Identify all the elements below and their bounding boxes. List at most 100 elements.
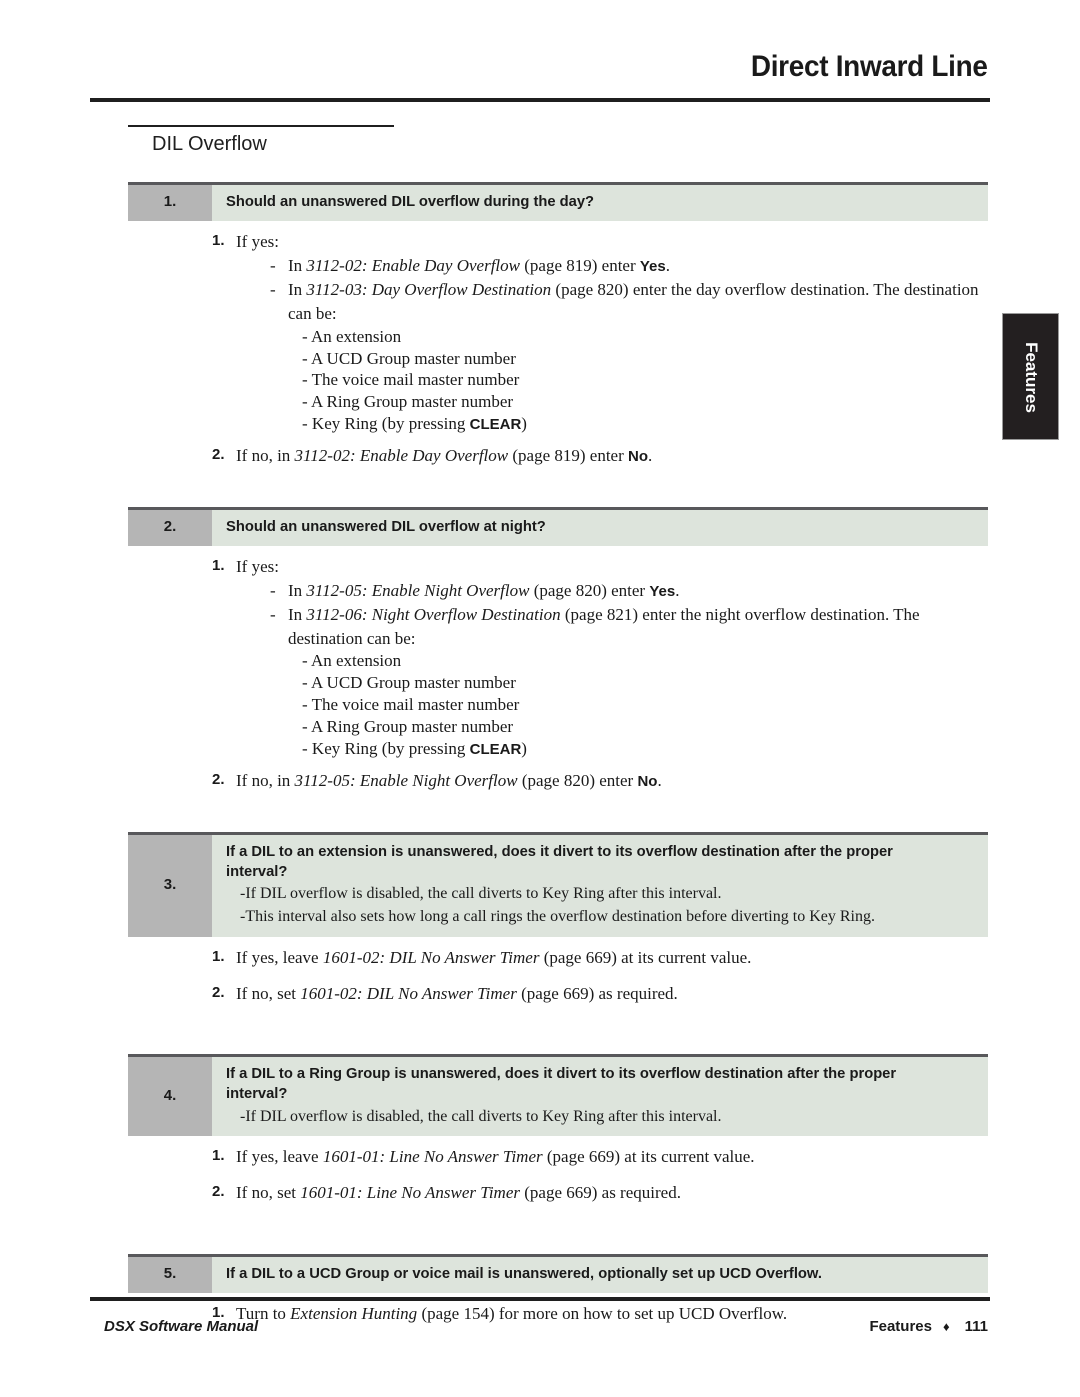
- dash-keyword: Yes: [639, 258, 666, 276]
- answer-mid: (page 669) as required.: [516, 983, 678, 1003]
- answer-mid: (page 669) at its current value.: [539, 947, 752, 967]
- dash-body: In 3112-05: Enable Night Overflow (page …: [288, 579, 988, 603]
- answer-text: If yes: - In 3112-02: Enable Day Overflow …: [236, 230, 988, 435]
- destination-item: - The voice mail master number: [302, 695, 520, 715]
- dash-reference: 3112-06: Night Overflow Destination: [306, 604, 561, 624]
- side-tab-features: Features: [1002, 313, 1059, 440]
- dash-list: - In 3112-05: Enable Night Overflow (page…: [236, 579, 988, 760]
- destination-lead: - Key Ring (by pressing: [302, 739, 470, 759]
- destination-item: - A UCD Group master number: [302, 673, 516, 693]
- answer-reference: 3112-02: Enable Day Overflow: [294, 446, 509, 466]
- answer-lead: If no, in: [236, 771, 295, 791]
- dash-item: - In 3112-03: Day Overflow Destination (p…: [270, 278, 988, 435]
- footer-page-info: Features ♦ 111: [869, 1318, 988, 1335]
- dash-body: In 3112-03: Day Overflow Destination (pa…: [288, 278, 988, 435]
- answer-lead: If yes, leave: [236, 1147, 323, 1167]
- dash-lead: In: [288, 581, 307, 601]
- dash-body: In 3112-06: Night Overflow Destination (…: [288, 603, 988, 760]
- answer-text: If no, in 3112-05: Enable Night Overflow…: [236, 769, 988, 793]
- answer-list: 1. If yes: - In 3112-02: Enable Day Overflo…: [128, 221, 988, 481]
- question-number: 5.: [128, 1256, 212, 1293]
- question-number: 3.: [128, 834, 212, 937]
- dash-lead: In: [288, 280, 307, 299]
- destination-list: - An extension - A UCD Group master numbe…: [302, 326, 988, 436]
- answer-list: 1. If yes: - In 3112-05: Enable Night Overf…: [128, 546, 988, 806]
- answer-list: 1. If yes, leave 1601-01: Line No Answer …: [128, 1136, 988, 1228]
- question-number: 4.: [128, 1057, 212, 1137]
- question-banner: 2. Should an unanswered DIL overflow at n…: [128, 506, 988, 546]
- answer-reference: Extension Hunting: [290, 1303, 418, 1323]
- question-body: If a DIL to a UCD Group or voice mail is…: [212, 1257, 988, 1293]
- destination-lead: - Key Ring (by pressing: [302, 414, 470, 434]
- answer-tail: .: [648, 446, 653, 466]
- answer-lead: If yes, leave: [236, 947, 323, 967]
- question-text: If a DIL to an extension is unanswered, …: [226, 842, 893, 880]
- dash-item: - In 3112-06: Night Overflow Destination …: [270, 603, 988, 760]
- answer-text: If yes: - In 3112-05: Enable Night Overflo…: [236, 555, 988, 760]
- question-number: 2.: [128, 509, 212, 546]
- dash-mid: (page 819) enter: [519, 256, 640, 276]
- destination-item: - The voice mail master number: [302, 370, 520, 390]
- dash-lead: In: [288, 604, 307, 624]
- answer-lead: If no, in: [236, 446, 295, 466]
- footer-chapter-label: Features: [869, 1318, 932, 1335]
- answer-item: 1. If yes: - In 3112-02: Enable Day Overflo…: [212, 230, 988, 435]
- dash-reference: 3112-05: Enable Night Overflow: [306, 581, 530, 601]
- answer-keyword: No: [628, 448, 648, 466]
- answer-reference: 1601-02: DIL No Answer Timer: [322, 947, 540, 967]
- footer-page-number: 111: [964, 1318, 988, 1335]
- answer-number: 1.: [212, 231, 225, 249]
- dash-item: - In 3112-02: Enable Day Overflow (page 8…: [270, 254, 988, 278]
- question-note: -If DIL overflow is disabled, the call d…: [240, 1107, 722, 1125]
- dash-marker: -: [270, 581, 276, 601]
- question-text: Should an unanswered DIL overflow during…: [226, 193, 595, 210]
- question-body: If a DIL to an extension is unanswered, …: [212, 835, 988, 937]
- destination-keyword: CLEAR: [469, 741, 522, 759]
- answer-mid: (page 669) as required.: [519, 1183, 681, 1203]
- dash-marker: -: [270, 280, 276, 299]
- dash-reference: 3112-03: Day Overflow Destination: [306, 280, 552, 299]
- answer-text: If yes, leave 1601-02: DIL No Answer Tim…: [236, 946, 988, 969]
- footer-manual-title: DSX Software Manual: [104, 1318, 259, 1335]
- destination-item: - A Ring Group master number: [302, 392, 514, 412]
- answer-text: If yes:: [236, 556, 279, 576]
- answer-item: 2. If no, set 1601-02: DIL No Answer Time…: [212, 982, 988, 1005]
- answer-reference: 1601-01: Line No Answer Timer: [322, 1147, 543, 1167]
- dash-mid: (page 820) enter: [529, 581, 650, 601]
- document-page: Direct Inward Line DIL Overflow Features…: [0, 0, 1080, 1397]
- page-header-title: Direct Inward Line: [751, 50, 988, 83]
- answer-lead: If no, set: [236, 983, 301, 1003]
- destination-item: - An extension: [302, 651, 402, 671]
- destination-item: - An extension: [302, 326, 402, 346]
- answer-number: 2.: [212, 446, 225, 464]
- answer-mid: (page 820) enter: [517, 771, 638, 791]
- answer-tail: .: [657, 771, 662, 791]
- header-rule: [90, 98, 990, 102]
- answer-reference: 1601-02: DIL No Answer Timer: [300, 983, 517, 1003]
- answer-mid: (page 669) at its current value.: [542, 1147, 755, 1167]
- question-text: If a DIL to a Ring Group is unanswered, …: [226, 1065, 897, 1103]
- answer-reference: 3112-05: Enable Night Overflow: [294, 771, 518, 791]
- destination-tail: ): [521, 739, 527, 759]
- question-text: Should an unanswered DIL overflow at nig…: [226, 517, 546, 535]
- question-body: Should an unanswered DIL overflow during…: [212, 185, 988, 221]
- destination-item: - A Ring Group master number: [302, 717, 514, 737]
- answer-list: 1. If yes, leave 1601-02: DIL No Answer T…: [128, 937, 988, 1029]
- question-banner: 5. If a DIL to a UCD Group or voice mail …: [128, 1253, 988, 1293]
- dash-marker: -: [270, 256, 276, 276]
- dash-lead: In: [288, 256, 307, 276]
- diamond-icon: ♦: [942, 1319, 950, 1334]
- dash-keyword: Yes: [649, 583, 676, 601]
- answer-number: 2.: [212, 771, 225, 789]
- dash-tail: .: [675, 581, 680, 601]
- answer-text: If no, in 3112-02: Enable Day Overflow (…: [236, 444, 988, 468]
- dash-tail: .: [665, 256, 670, 276]
- question-note: -If DIL overflow is disabled, the call d…: [240, 885, 722, 903]
- answer-item: 1. If yes, leave 1601-01: Line No Answer …: [212, 1145, 988, 1168]
- destination-list: - An extension - A UCD Group master numbe…: [302, 650, 988, 760]
- dash-list: - In 3112-02: Enable Day Overflow (page 8…: [236, 254, 988, 435]
- footer-rule: [90, 1297, 990, 1301]
- dash-reference: 3112-02: Enable Day Overflow: [306, 256, 520, 276]
